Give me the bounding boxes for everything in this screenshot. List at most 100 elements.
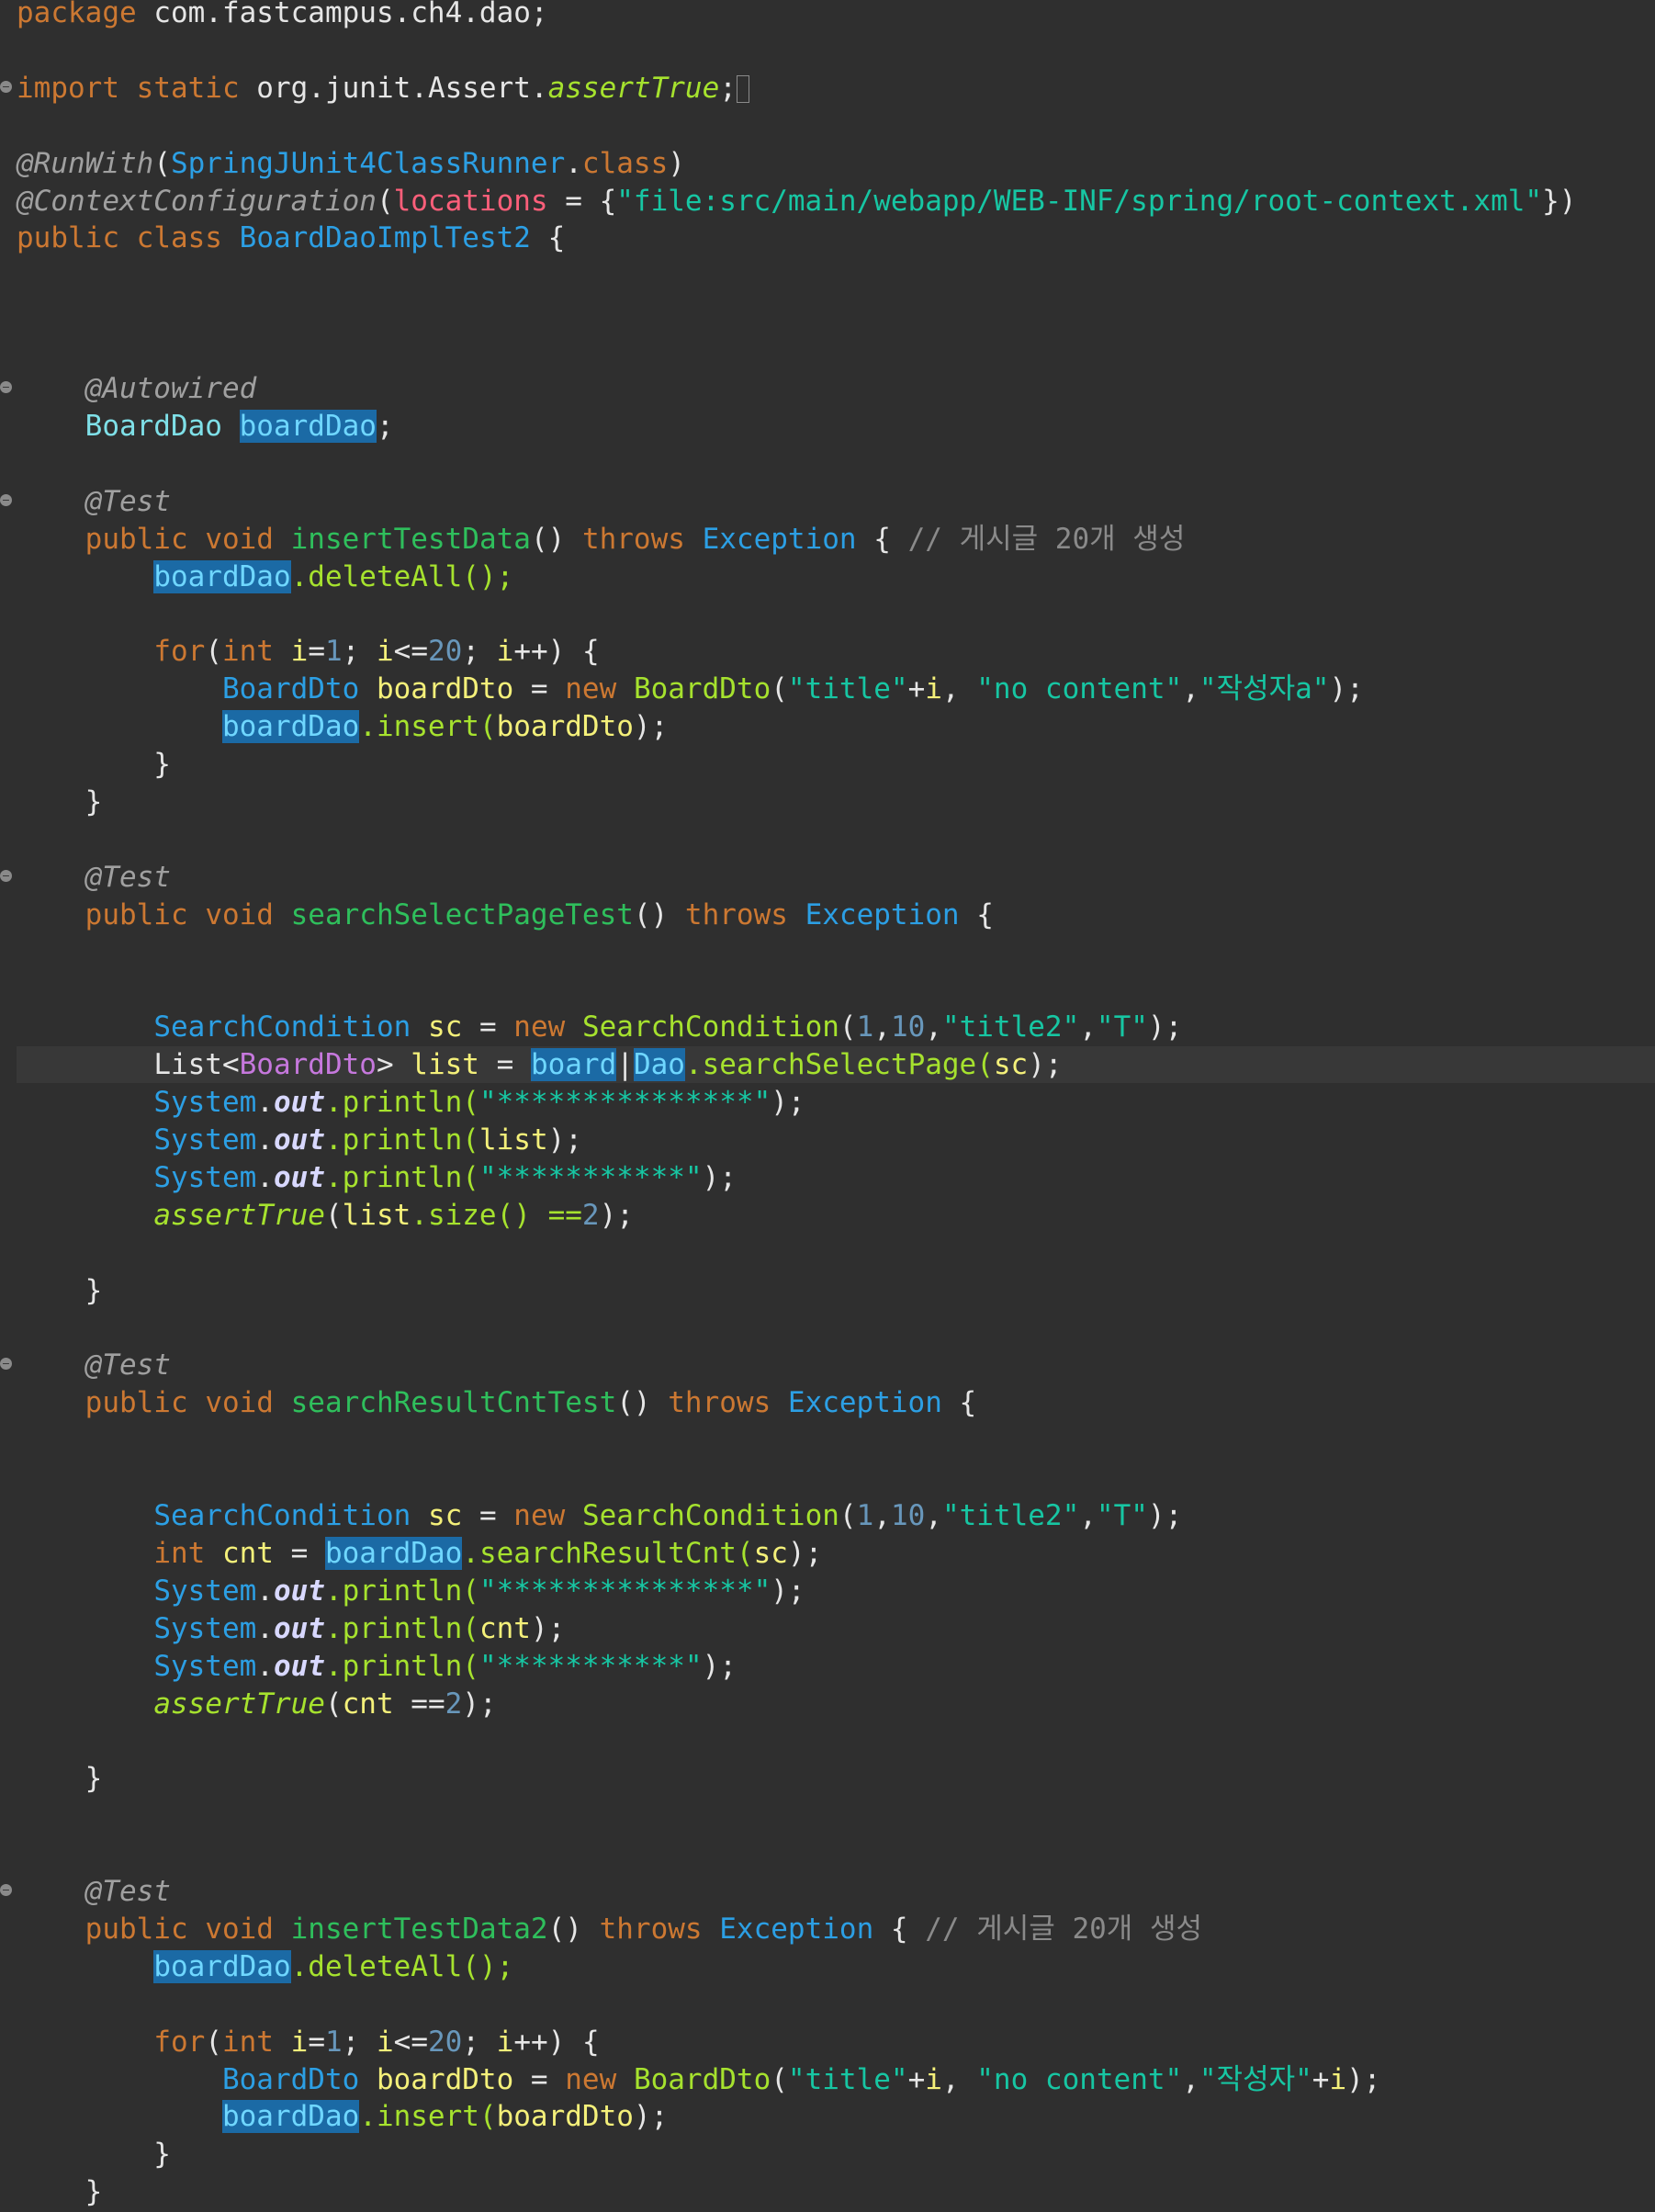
code-token-plain: . [256, 1160, 274, 1194]
code-line[interactable]: System.out.println("***************"); [0, 1084, 1655, 1121]
code-token-annotation: @Autowired [84, 372, 257, 405]
code-line[interactable]: @ContextConfiguration(locations = {"file… [0, 183, 1655, 220]
fold-toggle-icon[interactable]: − [0, 1358, 12, 1371]
code-token-number: 20 [428, 635, 463, 669]
code-line[interactable]: } [0, 2136, 1655, 2172]
code-line[interactable] [0, 934, 1655, 971]
code-token-keyword: int [221, 635, 274, 669]
code-token-var: boardDto [496, 710, 634, 744]
code-line[interactable]: − @Test [0, 1347, 1655, 1383]
code-line[interactable]: for(int i=1; i<=20; i++) { [0, 633, 1655, 670]
code-line[interactable]: int cnt = boardDao.searchResultCnt(sc); [0, 1535, 1655, 1572]
code-line[interactable] [0, 1235, 1655, 1271]
code-text: List<BoardDto> list = board|Dao.searchSe… [17, 1046, 1063, 1083]
code-token-var: i [925, 2062, 942, 2096]
code-token-static-field: out [273, 1574, 325, 1608]
code-token-keyword: new [565, 672, 617, 706]
code-line[interactable] [0, 257, 1655, 294]
code-line-current[interactable]: List<BoardDto> list = board|Dao.searchSe… [17, 1046, 1655, 1084]
fold-toggle-icon[interactable]: − [0, 869, 12, 882]
code-line[interactable]: − @Test [0, 483, 1655, 520]
code-line[interactable]: public void searchResultCntTest() throws… [0, 1384, 1655, 1421]
code-line[interactable] [0, 821, 1655, 858]
code-line[interactable] [0, 446, 1655, 482]
code-line[interactable]: − @Test [0, 859, 1655, 896]
code-line[interactable]: System.out.println("***********"); [0, 1159, 1655, 1196]
code-line[interactable]: BoardDao boardDao; [0, 408, 1655, 445]
code-token-static-method: assertTrue [153, 1687, 325, 1721]
code-line[interactable] [0, 1986, 1655, 2023]
code-token-plain: ( [771, 2062, 788, 2096]
code-token-plain: ( [771, 672, 788, 706]
code-line[interactable]: public void insertTestData2() throws Exc… [0, 1911, 1655, 1947]
fold-toggle-icon[interactable]: − [0, 381, 12, 393]
fold-toggle-icon[interactable]: − [0, 1884, 12, 1896]
collapsed-imports-marker[interactable] [736, 75, 749, 104]
fold-toggle-icon[interactable]: − [0, 493, 12, 506]
code-line[interactable]: @RunWith(SpringJUnit4ClassRunner.class) [0, 145, 1655, 182]
code-line[interactable]: System.out.println("***************"); [0, 1573, 1655, 1609]
code-line[interactable]: public class BoardDaoImplTest2 { [0, 220, 1655, 256]
code-line[interactable]: SearchCondition sc = new SearchCondition… [0, 1009, 1655, 1045]
code-token-highlight: boardDao [153, 559, 291, 593]
code-line[interactable]: package com.fastcampus.ch4.dao; [0, 0, 1655, 31]
fold-toggle-icon[interactable]: − [0, 80, 12, 93]
code-text: public void insertTestData() throws Exce… [17, 521, 1186, 558]
code-line[interactable]: public void searchSelectPageTest() throw… [0, 897, 1655, 933]
code-line[interactable] [0, 1422, 1655, 1459]
code-line[interactable]: boardDao.deleteAll(); [0, 1948, 1655, 1985]
code-line[interactable]: } [0, 2173, 1655, 2210]
code-line[interactable]: SearchCondition sc = new SearchCondition… [0, 1497, 1655, 1534]
code-line[interactable] [0, 595, 1655, 632]
code-token-method: searchSelectPageTest [290, 897, 634, 931]
code-line[interactable]: boardDao.insert(boardDto); [0, 2098, 1655, 2135]
code-line[interactable]: boardDao.deleteAll(); [0, 559, 1655, 595]
code-line[interactable]: − @Test [0, 1873, 1655, 1910]
code-token-plain: } [17, 1273, 103, 1307]
code-line[interactable] [0, 32, 1655, 69]
code-line[interactable]: } [0, 1272, 1655, 1309]
code-line[interactable] [0, 1722, 1655, 1759]
code-line[interactable] [0, 1460, 1655, 1496]
code-line[interactable] [0, 107, 1655, 144]
code-line[interactable]: System.out.println(list); [0, 1122, 1655, 1158]
code-editor[interactable]: package com.fastcampus.ch4.dao; − import s… [0, 0, 1655, 2212]
code-line[interactable]: − @Autowired [0, 370, 1655, 407]
code-token-method-call: .searchSelectPage( [684, 1048, 994, 1082]
code-line[interactable] [0, 295, 1655, 332]
code-line[interactable]: for(int i=1; i<=20; i++) { [0, 2024, 1655, 2060]
code-line[interactable]: BoardDto boardDto = new BoardDto("title"… [0, 2061, 1655, 2098]
code-line[interactable]: boardDao.insert(boardDto); [0, 708, 1655, 745]
code-line[interactable]: assertTrue(cnt ==2); [0, 1686, 1655, 1722]
code-line[interactable]: } [0, 1760, 1655, 1797]
code-line[interactable] [0, 1835, 1655, 1872]
code-token-var: list [342, 1198, 411, 1232]
code-token-method-call: .println( [324, 1574, 479, 1608]
code-token-plain: ( [324, 1198, 343, 1232]
code-line[interactable]: assertTrue(list.size() ==2); [0, 1197, 1655, 1234]
code-token-plain: { [873, 1912, 926, 1946]
code-token-param: locations [393, 184, 548, 218]
code-token-method-call: BoardDto [633, 2062, 771, 2096]
code-text: int cnt = boardDao.searchResultCnt(sc); [17, 1535, 822, 1572]
code-line[interactable] [0, 971, 1655, 1008]
code-line[interactable]: System.out.println("***********"); [0, 1648, 1655, 1685]
code-line[interactable]: } [0, 784, 1655, 820]
code-line[interactable]: public void insertTestData() throws Exce… [0, 521, 1655, 558]
code-line[interactable] [0, 1310, 1655, 1347]
code-line[interactable]: BoardDto boardDto = new BoardDto("title"… [0, 671, 1655, 707]
code-line[interactable]: System.out.println(cnt); [0, 1610, 1655, 1647]
code-line[interactable]: } [0, 746, 1655, 783]
code-token-plain: } [17, 1762, 103, 1796]
code-line[interactable]: − import static org.junit.Assert.assertTr… [0, 70, 1655, 107]
code-line[interactable] [0, 333, 1655, 369]
code-token-method-call: .searchResultCnt( [462, 1536, 754, 1570]
code-token-plain: , [873, 1499, 891, 1532]
code-text: public void searchSelectPageTest() throw… [17, 897, 994, 933]
code-line[interactable] [0, 1798, 1655, 1834]
